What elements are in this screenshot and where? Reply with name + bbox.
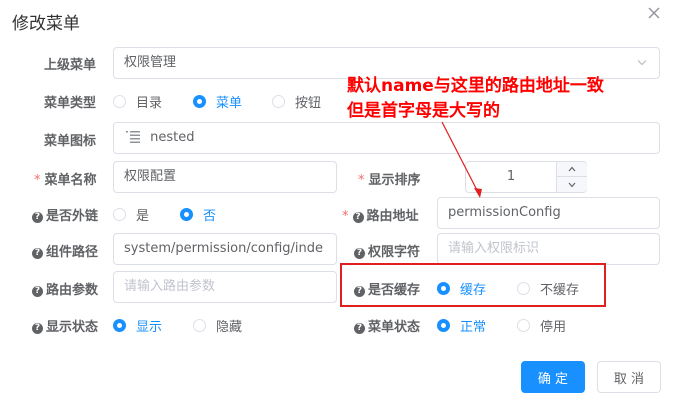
menu-type-label: 菜单类型 [44, 96, 97, 111]
radio-label: 显示 [136, 320, 163, 335]
status-label: ? 菜单状态 [354, 316, 420, 335]
permission-placeholder: 请输入权限标识 [448, 241, 540, 256]
radio-label: 菜单 [216, 96, 243, 111]
cancel-button[interactable]: 取 消 [597, 361, 661, 393]
route-path-value: permissionConfig [448, 205, 561, 220]
route-params-label: ? 路由参数 [32, 279, 98, 298]
radio-dot [113, 208, 126, 221]
menu-name-value: 权限配置 [124, 169, 177, 184]
permission-label-text: 权限字符 [368, 245, 421, 260]
sort-order-stepper[interactable]: 1 [465, 161, 587, 193]
radio-label: 隐藏 [216, 320, 243, 335]
radio-dot [113, 95, 126, 108]
radio-label: 按钮 [295, 96, 322, 111]
radio-visible-hide[interactable]: 隐藏 [193, 316, 242, 335]
component-path-input[interactable]: system/permission/config/inde [113, 233, 337, 265]
route-params-placeholder: 请输入路由参数 [124, 279, 216, 294]
close-icon[interactable] [645, 4, 663, 22]
radio-label: 目录 [136, 96, 163, 111]
radio-dot [193, 95, 206, 108]
menu-icon-value: nested [150, 130, 195, 145]
status-label-text: 菜单状态 [368, 320, 421, 335]
radio-dot [193, 319, 206, 332]
question-icon: ? [32, 212, 43, 223]
decrease-button[interactable] [556, 177, 587, 192]
sort-order-label-text: 显示排序 [368, 173, 421, 188]
radio-label: 停用 [540, 320, 567, 335]
menu-icon-input[interactable]: nested [113, 122, 660, 154]
question-icon: ? [354, 248, 365, 259]
nested-icon [126, 131, 140, 143]
radio-dot [272, 95, 285, 108]
menu-name-label-text: 菜单名称 [44, 173, 97, 188]
radio-label: 否 [203, 209, 217, 224]
radio-dot [113, 319, 126, 332]
radio-visible-show[interactable]: 显示 [113, 316, 162, 335]
menu-name-input[interactable]: 权限配置 [113, 161, 337, 193]
radio-status-normal[interactable]: 正常 [437, 316, 486, 335]
question-icon: ? [352, 212, 364, 223]
route-path-input[interactable]: permissionConfig [437, 197, 660, 229]
radio-dot [180, 208, 193, 221]
annotation-line-2: 但是首字母是大写的 [347, 101, 500, 121]
route-params-label-text: 路由参数 [46, 283, 99, 298]
component-path-label: ? 组件路径 [32, 241, 98, 260]
annotation-line-1: 默认name与这里的路由地址一致 [347, 76, 604, 96]
radio-status-disabled[interactable]: 停用 [517, 316, 566, 335]
radio-menu[interactable]: 菜单 [193, 92, 242, 111]
radio-dot [437, 319, 450, 332]
visible-label: ? 显示状态 [32, 316, 98, 335]
chevron-down-icon [568, 182, 576, 187]
question-icon: ? [32, 323, 43, 334]
menu-name-label: * 菜单名称 [34, 173, 97, 188]
route-path-label-text: 路由地址 [366, 209, 419, 224]
sort-order-label: * 显示排序 [358, 173, 421, 188]
permission-label: ? 权限字符 [354, 241, 420, 260]
visible-label-text: 显示状态 [46, 320, 99, 335]
dialog-title: 修改菜单 [12, 14, 80, 34]
route-params-input[interactable]: 请输入路由参数 [113, 271, 337, 303]
question-icon: ? [32, 286, 43, 297]
question-icon: ? [354, 323, 365, 334]
parent-menu-label: 上级菜单 [44, 58, 97, 73]
sort-order-value[interactable]: 1 [466, 162, 556, 192]
question-icon: ? [32, 248, 43, 259]
menu-icon-label: 菜单图标 [44, 134, 97, 149]
radio-dot [517, 319, 530, 332]
radio-label: 正常 [460, 320, 487, 335]
external-link-label-text: 是否外链 [46, 209, 99, 224]
component-path-value: system/permission/config/inde [124, 241, 324, 256]
increase-button[interactable] [556, 162, 587, 177]
chevron-up-icon [568, 166, 576, 172]
permission-input[interactable]: 请输入权限标识 [437, 233, 660, 265]
radio-external-yes[interactable]: 是 [113, 205, 149, 224]
radio-label: 是 [136, 209, 150, 224]
chevron-down-icon [637, 60, 647, 66]
radio-directory[interactable]: 目录 [113, 92, 162, 111]
route-path-label: *? 路由地址 [342, 209, 419, 224]
component-path-label-text: 组件路径 [46, 245, 99, 260]
cache-highlight-box [340, 263, 606, 307]
radio-external-no[interactable]: 否 [180, 205, 216, 224]
external-link-label: ? 是否外链 [32, 205, 98, 224]
radio-button[interactable]: 按钮 [272, 92, 321, 111]
confirm-button[interactable]: 确 定 [521, 361, 585, 393]
parent-menu-value: 权限管理 [124, 55, 177, 70]
